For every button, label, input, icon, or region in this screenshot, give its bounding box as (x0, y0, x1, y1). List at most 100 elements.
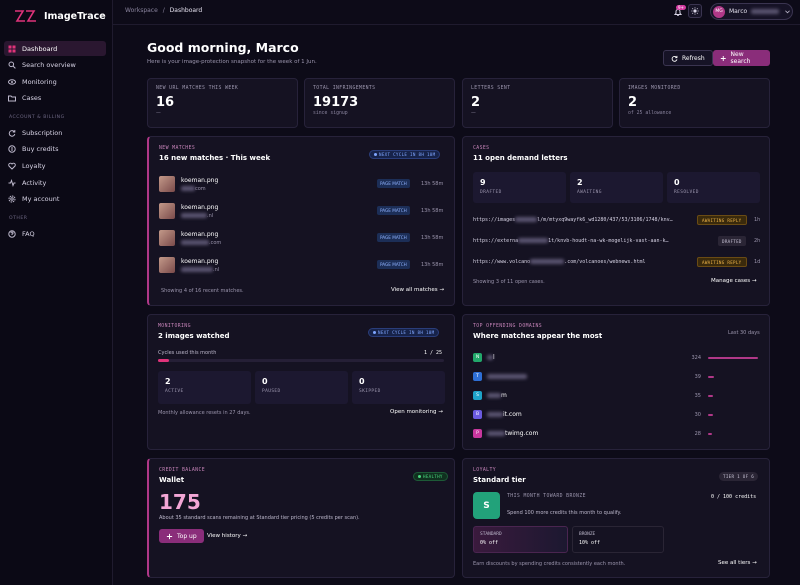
manage-cases-link[interactable]: Manage cases → (711, 278, 756, 284)
range-label: Last 30 days (728, 330, 760, 336)
match-age: 13h 58m (421, 208, 444, 214)
domain-favicon: N (473, 353, 482, 362)
sidebar-item-monitoring[interactable]: Monitoring (4, 74, 106, 89)
redacted-domain (487, 431, 505, 436)
case-url[interactable]: https://www.volcano .com/volcanoes/webnew… (473, 259, 645, 265)
redacted-domain (181, 267, 213, 272)
card-footer: Showing 3 of 11 open cases. (473, 279, 545, 285)
case-url-start: https://www.volcano (473, 259, 531, 265)
cycles-used-value: 1 / 25 (424, 350, 443, 356)
match-domain: .nl (181, 213, 213, 219)
sidebar-item-label: Dashboard (22, 44, 58, 53)
sidebar-item-label: Activity (22, 178, 47, 187)
next-cycle-pill: NEXT CYCLE IN 8H 10M (369, 150, 441, 159)
redacted-domain (487, 355, 493, 360)
card-footer: Showing 4 of 16 recent matches. (161, 288, 244, 294)
stat-card-total-infringements: TOTAL INFRINGEMENTS 19173 since signup (304, 78, 455, 128)
open-monitoring-link[interactable]: Open monitoring → (390, 409, 443, 415)
page-match-badge: PAGE MATCH (377, 206, 410, 215)
match-age: 13h 58m (421, 235, 444, 241)
cases-awaiting-tile: 2 AWAITING (570, 172, 663, 203)
domain-count: 28 (694, 431, 701, 437)
sidebar-item-activity[interactable]: Activity (4, 175, 106, 190)
sidebar-item-cases[interactable]: Cases (4, 90, 106, 105)
tier-progress-note: Spend 100 more credits this month to qua… (507, 510, 622, 516)
domain-name: it.com (487, 411, 522, 418)
tier-name: BRONZE (579, 532, 596, 537)
list-item[interactable]: Nl 324 (473, 351, 761, 365)
breadcrumb: Workspace / Dashboard (125, 7, 202, 14)
case-age: 2h (754, 238, 761, 244)
sidebar-item-dashboard[interactable]: Dashboard (4, 41, 106, 56)
new-search-button[interactable]: New search (713, 50, 770, 66)
refresh-button[interactable]: Refresh (663, 50, 713, 66)
match-thumbnail (159, 176, 175, 192)
sidebar-item-buy-credits[interactable]: Buy credits (4, 141, 106, 156)
table-row[interactable]: koeman.png com PAGE MATCH 13h 58m (159, 174, 445, 196)
redacted-domain (181, 213, 207, 218)
domain-count: 35 (694, 393, 701, 399)
count-value: 0 (262, 377, 268, 386)
redacted-domain (181, 186, 195, 191)
card-title: Where matches appear the most (473, 332, 603, 340)
status-dot (418, 475, 421, 478)
list-item[interactable]: Bit.com 30 (473, 408, 761, 422)
match-domain-suffix: .com (209, 240, 222, 246)
table-row[interactable]: koeman.png .com PAGE MATCH 13h 58m (159, 228, 445, 250)
view-history-link[interactable]: View history → (207, 533, 247, 539)
redacted-url (530, 259, 565, 264)
sidebar-item-search-overview[interactable]: Search overview (4, 57, 106, 72)
tier-name: STANDARD (480, 532, 502, 537)
sidebar-item-loyalty[interactable]: Loyalty (4, 158, 106, 173)
gear-icon (8, 195, 16, 202)
monitoring-card: MONITORING 2 images watched NEXT CYCLE I… (147, 314, 455, 450)
coin-icon (8, 144, 16, 153)
sidebar-item-faq[interactable]: FAQ (4, 226, 106, 241)
sidebar-item-label: Subscription (22, 128, 63, 137)
list-item[interactable]: T 39 (473, 370, 761, 384)
user-name: Marco (729, 8, 748, 15)
case-url-start: https://images (473, 217, 516, 223)
match-filename: koeman.png (181, 258, 219, 265)
count-label: SKIPPED (359, 389, 381, 394)
case-age: 1h (754, 217, 761, 223)
table-row[interactable]: koeman.png .nl PAGE MATCH 13h 58m (159, 255, 445, 277)
match-domain: .nl (181, 267, 219, 273)
list-item[interactable]: Ptwimg.com 28 (473, 427, 761, 441)
loyalty-card: LOYALTY Standard tier TIER 1 OF 6 S THIS… (462, 458, 770, 578)
match-domain-suffix: .nl (207, 213, 214, 219)
list-item[interactable]: Sm 35 (473, 389, 761, 403)
tier-progress-label: THIS MONTH TOWARD BRONZE (507, 494, 586, 499)
match-age: 13h 58m (421, 262, 444, 268)
user-menu[interactable]: MG Marco (710, 3, 793, 20)
tier-pill: TIER 1 OF 6 (719, 472, 759, 481)
sidebar-item-my-account[interactable]: My account (4, 191, 106, 206)
view-all-matches-link[interactable]: View all matches → (391, 287, 444, 293)
monitoring-active-tile: 2 ACTIVE (158, 371, 251, 404)
case-url-start: https://externa (473, 238, 519, 244)
table-row[interactable]: koeman.png .nl PAGE MATCH 13h 58m (159, 201, 445, 223)
sidebar-item-label: Monitoring (22, 77, 57, 86)
tier-badge: S (473, 492, 500, 519)
sidebar-item-subscription[interactable]: Subscription (4, 125, 106, 140)
case-url[interactable]: https://externa 1t/knvb-houdt-na-wk-mogel… (473, 238, 669, 244)
domain-count-bar (708, 376, 714, 378)
page-match-badge: PAGE MATCH (377, 260, 410, 269)
top-up-button[interactable]: Top up (159, 529, 204, 543)
page-subtitle: Here is your image-protection snapshot f… (147, 59, 317, 65)
app-logo[interactable]: ImageTrace (14, 9, 106, 23)
stat-card-letters-sent: LETTERS SENT 2 — (462, 78, 613, 128)
card-footer: Earn discounts by spending credits consi… (473, 561, 626, 567)
domain-name-text: it.com (503, 411, 522, 418)
case-status-badge: AWAITING REPLY (697, 257, 747, 267)
theme-toggle-button[interactable] (688, 4, 702, 18)
match-filename: koeman.png (181, 204, 219, 211)
breadcrumb-root[interactable]: Workspace (125, 7, 158, 14)
domain-count-bar (708, 357, 758, 359)
see-all-tiers-link[interactable]: See all tiers → (718, 560, 757, 566)
case-url[interactable]: https://images l/m/mtyxq9wayfk6_wd1280/43… (473, 217, 673, 223)
sun-icon (691, 7, 699, 15)
monitoring-paused-tile: 0 PAUSED (255, 371, 348, 404)
stat-label: IMAGES MONITORED (628, 86, 681, 91)
stat-value: 2 (628, 95, 638, 110)
